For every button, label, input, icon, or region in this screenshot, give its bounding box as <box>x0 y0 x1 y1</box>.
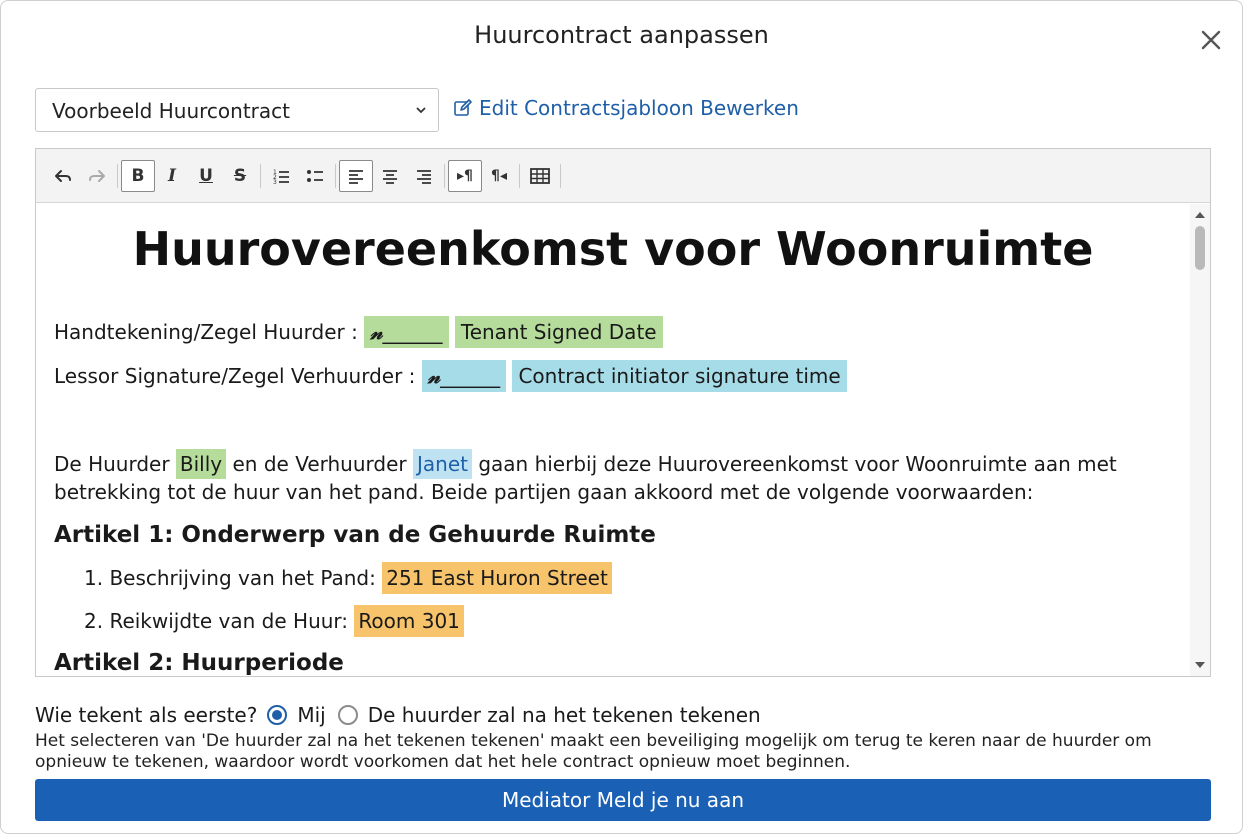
redo-button[interactable] <box>80 160 114 192</box>
lessor-signature-label: Lessor Signature/Zegel Verhuurder : <box>54 364 416 388</box>
italic-button[interactable]: I <box>155 160 189 192</box>
align-center-button[interactable] <box>373 160 407 192</box>
close-button[interactable] <box>1196 25 1226 55</box>
intro-paragraph: De Huurder Billy en de Verhuurder Janet … <box>54 449 1172 506</box>
rental-scope-field[interactable]: Room 301 <box>354 605 464 637</box>
article-1-heading: Artikel 1: Onderwerp van de Gehuurde Rui… <box>54 522 656 548</box>
editor-scrollbar[interactable] <box>1190 204 1210 676</box>
property-address-field[interactable]: 251 East Huron Street <box>382 562 612 594</box>
numbered-list-button[interactable]: 123 <box>264 160 298 192</box>
radio-me-label: Mij <box>297 703 326 727</box>
editor-toolbar: B I U S 123 ▸¶ ¶◂ <box>36 149 1210 203</box>
template-row: Voorbeeld Huurcontract Edit Contractsjab… <box>35 88 1208 132</box>
toolbar-separator <box>260 163 261 188</box>
lessor-signature-field[interactable]: 𝓃______ <box>421 360 507 392</box>
undo-button[interactable] <box>46 160 80 192</box>
toolbar-separator <box>560 163 561 188</box>
signing-note: Het selecteren van 'De huurder zal na he… <box>35 731 1152 772</box>
ltr-icon: ▸¶ <box>457 167 473 184</box>
rtl-button[interactable]: ¶◂ <box>482 160 516 192</box>
lessor-time-field[interactable]: Contract initiator signature time <box>512 360 847 392</box>
bold-icon: B <box>131 165 145 186</box>
strikethrough-icon: S <box>233 165 247 186</box>
document-title: Huurovereenkomst voor Woonruimte <box>132 222 1094 276</box>
lessor-signature-line: Lessor Signature/Zegel Verhuurder : 𝓃___… <box>54 360 847 392</box>
tenant-signature-label: Handtekening/Zegel Huurder : <box>54 320 358 344</box>
align-left-button[interactable] <box>339 159 373 192</box>
rtl-icon: ¶◂ <box>491 167 507 184</box>
undo-icon <box>55 169 71 182</box>
edit-icon <box>454 99 472 116</box>
edit-template-label: Edit Contractsjabloon Bewerken <box>479 96 799 120</box>
toolbar-separator <box>335 163 336 188</box>
toolbar-separator <box>519 163 520 188</box>
radio-me[interactable] <box>267 705 288 725</box>
signing-order-question: Wie tekent als eerste? <box>35 703 258 727</box>
scroll-up-icon[interactable] <box>1194 210 1206 220</box>
underline-icon: U <box>199 165 213 186</box>
radio-tenant-label: De huurder zal na het tekenen tekenen <box>367 703 761 727</box>
signing-order-group: Wie tekent als eerste? Mij De huurder za… <box>35 703 761 727</box>
italic-icon: I <box>168 165 176 186</box>
align-center-icon <box>383 169 397 184</box>
signature-icon: 𝓃 <box>370 320 383 344</box>
landlord-name-field[interactable]: Janet <box>412 449 472 479</box>
editor-content[interactable]: Huurovereenkomst voor Woonruimte Handtek… <box>36 204 1190 676</box>
dialog-title: Huurcontract aanpassen <box>474 21 769 49</box>
strikethrough-button[interactable]: S <box>223 160 257 192</box>
tenant-date-field[interactable]: Tenant Signed Date <box>454 316 663 348</box>
align-left-icon <box>349 169 363 184</box>
list-item: 1. Beschrijving van het Pand: 251 East H… <box>84 562 612 594</box>
scroll-thumb[interactable] <box>1195 226 1205 270</box>
rich-text-editor: B I U S 123 ▸¶ ¶◂ Huurovereenkomst voor … <box>35 148 1211 677</box>
table-button[interactable] <box>523 160 557 192</box>
redo-icon <box>89 169 105 182</box>
table-icon <box>530 167 550 184</box>
toolbar-separator <box>444 163 445 188</box>
bold-button[interactable]: B <box>121 159 155 192</box>
scroll-down-icon[interactable] <box>1194 660 1206 670</box>
ltr-button[interactable]: ▸¶ <box>448 159 482 192</box>
edit-contract-dialog: Huurcontract aanpassen Voorbeeld Huurcon… <box>0 0 1243 834</box>
tenant-signature-line: Handtekening/Zegel Huurder : 𝓃______ Ten… <box>54 316 663 348</box>
numbered-list-icon: 123 <box>273 169 289 186</box>
chevron-down-icon <box>416 107 426 114</box>
edit-template-link[interactable]: Edit Contractsjabloon Bewerken <box>453 96 799 120</box>
svg-text:3: 3 <box>273 179 277 186</box>
align-right-icon <box>417 169 431 184</box>
template-select-value: Voorbeeld Huurcontract <box>52 99 290 123</box>
article-2-heading: Artikel 2: Huurperiode <box>54 650 344 676</box>
tenant-signature-field[interactable]: 𝓃______ <box>364 316 449 348</box>
bulleted-list-button[interactable] <box>298 160 332 192</box>
radio-tenant[interactable] <box>337 705 358 725</box>
close-icon <box>1201 30 1221 50</box>
signature-icon: 𝓃 <box>427 364 441 388</box>
list-item: 2. Reikwijdte van de Huur: Room 301 <box>84 605 464 637</box>
bulleted-list-icon <box>307 169 323 182</box>
toolbar-separator <box>117 163 118 188</box>
submit-button[interactable]: Mediator Meld je nu aan <box>35 779 1211 821</box>
tenant-name-field[interactable]: Billy <box>175 449 227 479</box>
template-select[interactable]: Voorbeeld Huurcontract <box>35 88 439 132</box>
align-right-button[interactable] <box>407 160 441 192</box>
underline-button[interactable]: U <box>189 160 223 192</box>
